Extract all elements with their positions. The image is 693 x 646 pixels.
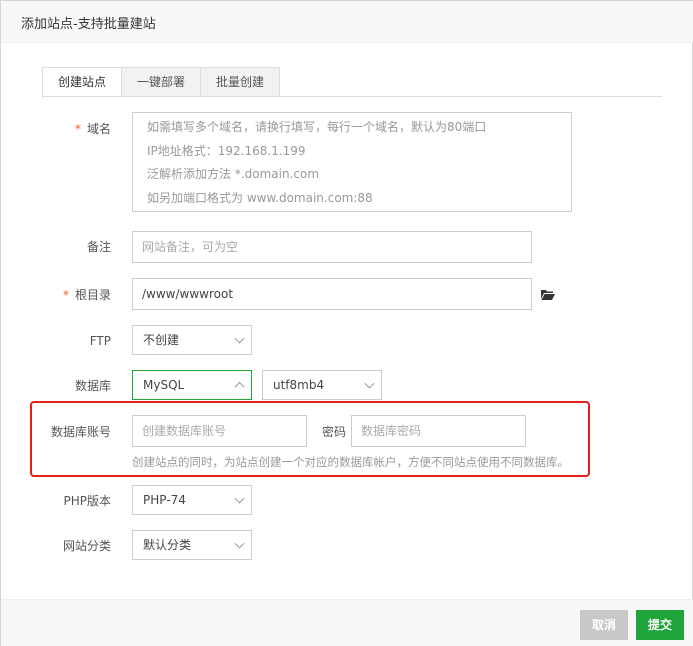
ftp-select[interactable]: 不创建 (132, 325, 252, 355)
database-type-value: MySQL (143, 378, 185, 392)
root-label-text: 根目录 (74, 288, 111, 302)
add-site-dialog: 添加站点-支持批量建站 创建站点 一键部署 批量创建 * 域名 如需填写多个域名，… (0, 0, 693, 646)
dialog-title: 添加站点-支持批量建站 (21, 17, 156, 32)
dialog-titlebar: 添加站点-支持批量建站 (1, 1, 693, 43)
db-account-placeholder: 创建数据库账号 (142, 424, 227, 438)
domain-placeholder-line: 如需填写多个域名，请换行填写，每行一个域名，默认为80端口 (147, 120, 487, 134)
remark-placeholder: 网站备注，可为空 (142, 240, 239, 254)
root-label: * 根目录 (1, 287, 111, 303)
database-type-select[interactable]: MySQL (132, 370, 252, 400)
domain-placeholder-line: IP地址格式：192.168.1.199 (147, 143, 306, 158)
category-select[interactable]: 默认分类 (132, 530, 252, 560)
category-value: 默认分类 (143, 538, 192, 552)
tab-create-site[interactable]: 创建站点 (42, 67, 122, 98)
cancel-button[interactable]: 取消 (580, 610, 628, 640)
database-label: 数据库 (74, 379, 111, 393)
ftp-label: FTP (89, 334, 111, 348)
remark-input[interactable]: 网站备注，可为空 (132, 231, 532, 263)
folder-open-icon[interactable] (541, 289, 555, 300)
php-version-value: PHP-74 (143, 493, 186, 507)
db-password-label: 密码 (321, 425, 346, 439)
root-dir-input[interactable]: /www/wwwroot (132, 278, 532, 310)
tab-batch-create[interactable]: 批量创建 (200, 67, 280, 97)
domain-textarea[interactable]: 如需填写多个域名，请换行填写，每行一个域名，默认为80端口 IP地址格式：192… (132, 112, 572, 212)
submit-button[interactable]: 提交 (636, 610, 684, 640)
chevron-down-icon (234, 333, 245, 344)
chevron-down-icon (234, 493, 245, 504)
domain-label-text: 域名 (86, 122, 111, 136)
php-version-select[interactable]: PHP-74 (132, 485, 252, 515)
tab-divider (42, 96, 662, 97)
db-account-help-text: 创建站点的同时，为站点创建一个对应的数据库帐户，方便不同站点使用不同数据库。 (132, 455, 569, 469)
required-mark: * (62, 288, 69, 302)
domain-label: * 域名 (1, 121, 111, 137)
db-password-input[interactable]: 数据库密码 (351, 415, 526, 447)
tab-one-click-deploy[interactable]: 一键部署 (121, 67, 201, 97)
domain-placeholder-line: 如另加端口格式为 www.domain.com:88 (147, 190, 373, 205)
db-account-label: 数据库账号 (50, 425, 111, 439)
remark-label: 备注 (86, 240, 111, 254)
category-label: 网站分类 (62, 539, 111, 553)
ftp-value: 不创建 (143, 333, 180, 347)
required-mark: * (74, 122, 81, 136)
chevron-up-icon (234, 381, 245, 392)
root-dir-value: /www/wwwroot (142, 287, 234, 301)
database-charset-select[interactable]: utf8mb4 (262, 370, 382, 400)
chevron-down-icon (234, 538, 245, 549)
database-charset-value: utf8mb4 (273, 378, 325, 392)
chevron-down-icon (364, 378, 375, 389)
db-password-placeholder: 数据库密码 (361, 424, 422, 438)
domain-placeholder-line: 泛解析添加方法 *.domain.com (147, 167, 320, 181)
php-label: PHP版本 (63, 494, 112, 508)
